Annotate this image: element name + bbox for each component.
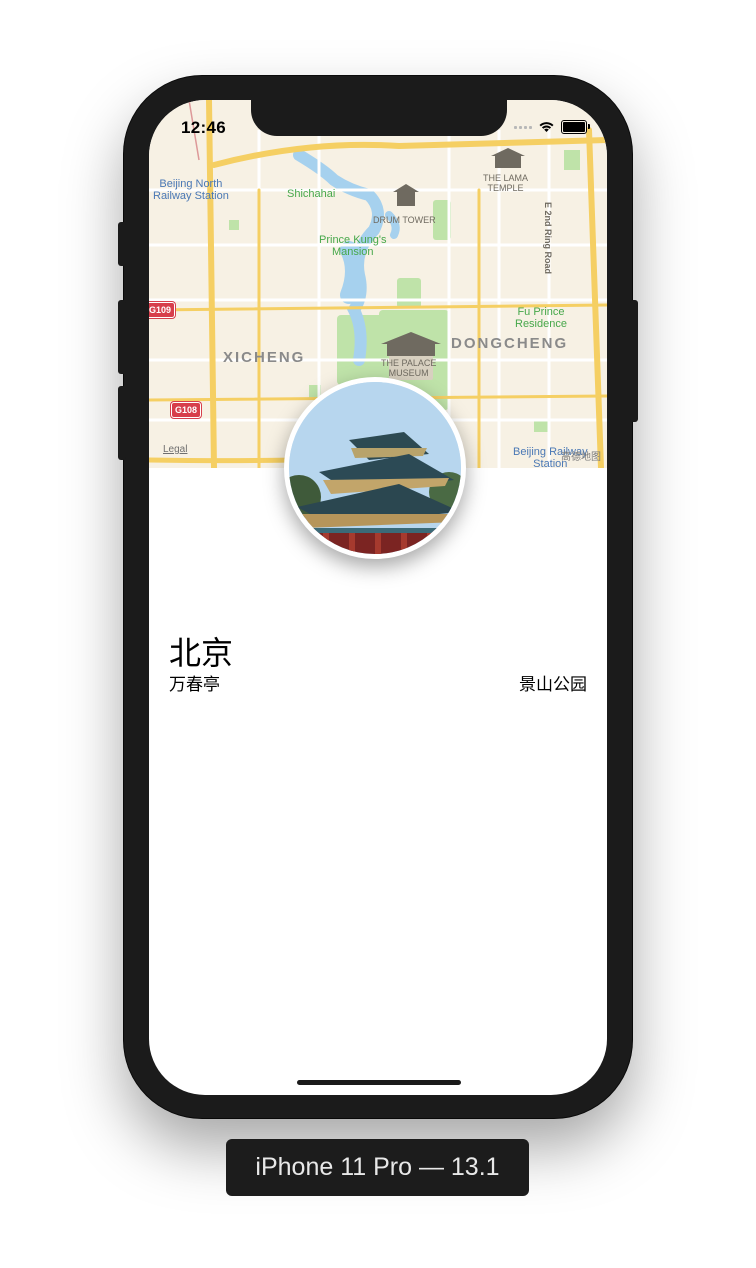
road-shield-g109: G109 [149,302,176,318]
map-label-fu-prince[interactable]: Fu Prince Residence [515,306,567,330]
pavilion-image [289,382,461,554]
screen: Beijing North Railway Station Shichahai … [149,100,607,1095]
status-icons [514,120,590,134]
landmark-photo [284,377,466,559]
map-legal-link[interactable]: Legal [163,444,187,455]
city-title: 北京 [169,635,234,671]
notch [251,100,507,136]
wifi-icon [539,122,554,132]
road-shield-g108: G108 [171,402,202,418]
cellular-signal-icon [514,125,532,129]
map-brand: 高德地图 [561,452,601,463]
map-label-xicheng: XICHENG [223,349,306,366]
simulator-device-label: iPhone 11 Pro — 13.1 [226,1139,529,1196]
park-name: 景山公园 [519,675,587,694]
map-label-drum-tower[interactable]: DRUM TOWER [373,215,436,225]
battery-icon [561,120,590,134]
power-button [630,300,638,422]
map-label-lama-temple[interactable]: THE LAMA TEMPLE [483,173,528,193]
status-time: 12:46 [181,118,226,137]
volume-up-button [118,300,126,374]
map-label-palace-museum[interactable]: THE PALACE MUSEUM [381,358,436,378]
volume-down-button [118,386,126,460]
map-label-dongcheng: DONGCHENG [451,335,569,352]
silent-switch [118,222,126,266]
map-label-ring-road: E 2nd Ring Road [543,202,553,274]
map-label-shichahai[interactable]: Shichahai [287,188,335,200]
landmark-subtitle: 万春亭 [169,675,220,694]
map-label-prince-kung[interactable]: Prince Kung's Mansion [319,234,387,258]
home-indicator[interactable] [297,1080,461,1085]
map-label-beijing-north[interactable]: Beijing North Railway Station [153,178,229,202]
